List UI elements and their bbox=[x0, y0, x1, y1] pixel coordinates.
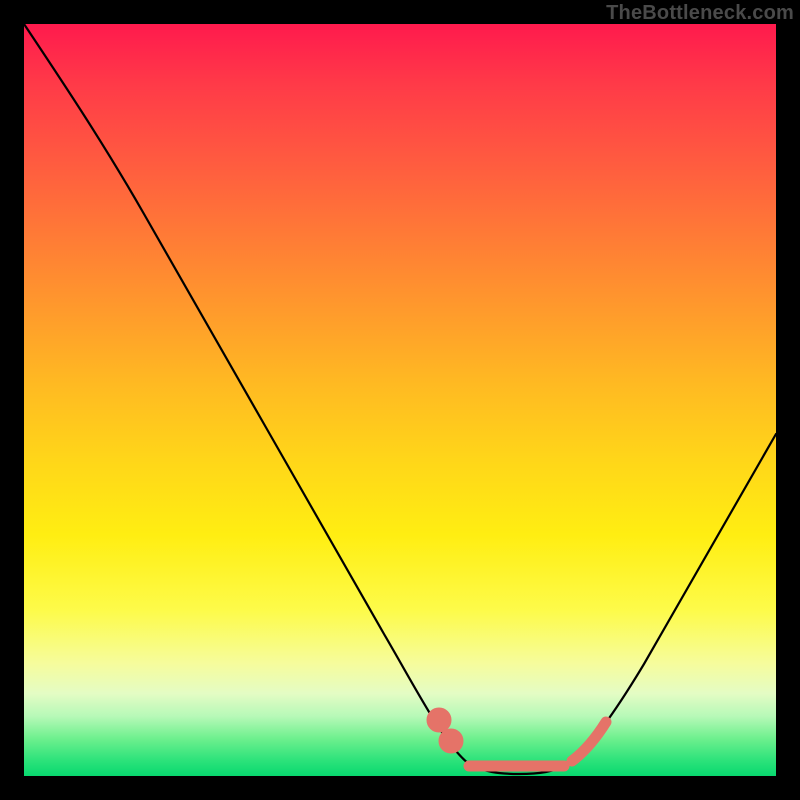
chart-svg bbox=[24, 24, 776, 776]
marker-dot bbox=[444, 734, 458, 748]
marker-dash bbox=[572, 722, 606, 761]
marker-dot bbox=[432, 713, 446, 727]
minimum-marker-group bbox=[432, 713, 606, 766]
chart-frame bbox=[24, 24, 776, 776]
watermark-text: TheBottleneck.com bbox=[606, 2, 794, 25]
bottleneck-curve bbox=[24, 24, 776, 774]
